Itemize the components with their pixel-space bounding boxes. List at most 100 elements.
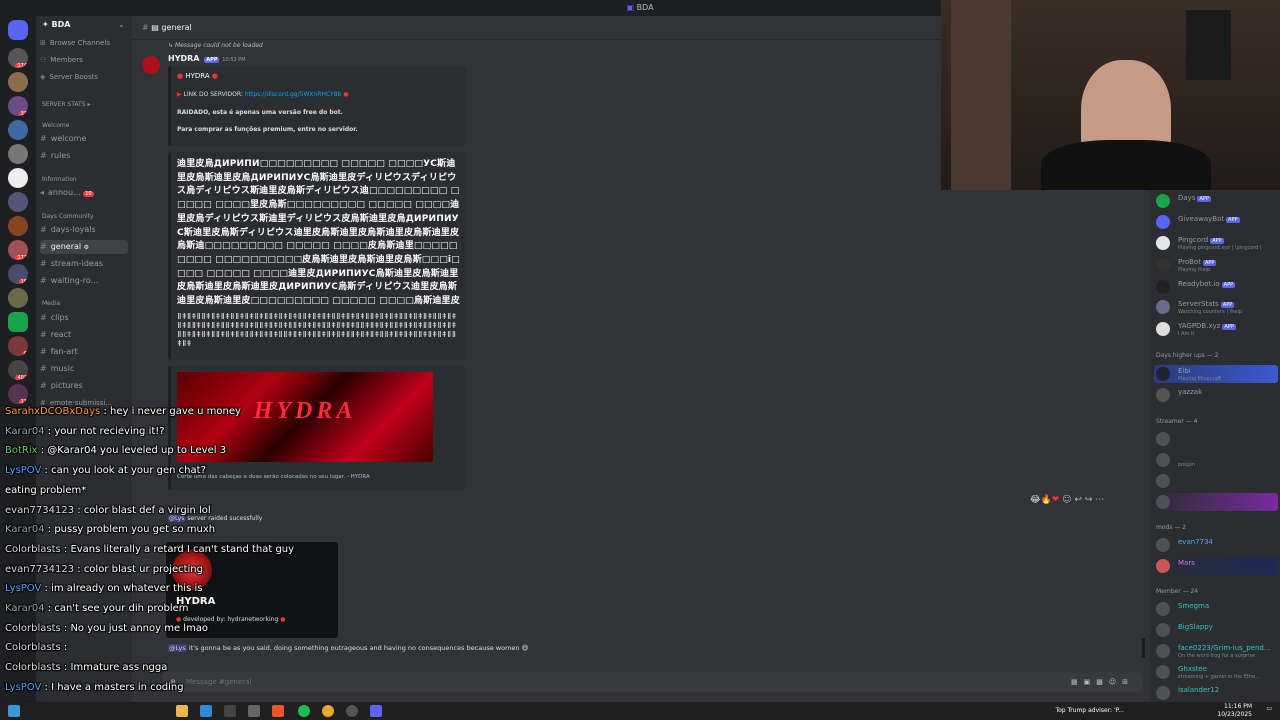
- app-icon[interactable]: [224, 705, 236, 717]
- emoji-icon[interactable]: ☺: [1109, 678, 1122, 686]
- discord-home-icon[interactable]: [8, 20, 28, 40]
- thread-icon: ▤: [151, 23, 162, 32]
- member-item[interactable]: Mars: [1154, 557, 1278, 575]
- settings-icon[interactable]: [248, 705, 260, 717]
- obs-icon[interactable]: [346, 705, 358, 717]
- server-icon[interactable]: [8, 312, 28, 332]
- file-explorer-icon[interactable]: [176, 705, 188, 717]
- channel-waiting-room[interactable]: # waiting-ro...: [40, 274, 128, 288]
- server-icon[interactable]: 33: [8, 96, 28, 116]
- member-item[interactable]: poopin: [1154, 451, 1278, 469]
- server-icon[interactable]: [8, 120, 28, 140]
- member-item[interactable]: Ghxstee streaming + gamin in the Ethe...: [1154, 663, 1278, 681]
- browse-channels-item[interactable]: ⊞ Browse Channels: [40, 36, 128, 50]
- member-item[interactable]: ProBot APP Playing /help: [1154, 256, 1278, 274]
- message-author[interactable]: HYDRA APP 10:53 PM: [168, 54, 246, 63]
- member-item[interactable]: [1154, 430, 1278, 448]
- avatar: [1156, 194, 1170, 208]
- member-item[interactable]: ServerStats APP Watching counters | /help: [1154, 298, 1278, 316]
- settings-icon[interactable]: ⚙: [84, 244, 89, 251]
- fire-icon[interactable]: 🔥: [1041, 495, 1052, 505]
- category-days-community[interactable]: Days Community: [42, 213, 94, 220]
- channel-music[interactable]: # music: [40, 362, 128, 376]
- add-reaction-icon[interactable]: ☺: [1062, 495, 1071, 505]
- server-icon[interactable]: [8, 288, 28, 308]
- channel-emote-submissions[interactable]: # emote-submissi...: [40, 396, 128, 410]
- spotify-icon[interactable]: [298, 705, 310, 717]
- channel-react[interactable]: # react: [40, 328, 128, 342]
- server-icon[interactable]: 6: [8, 336, 28, 356]
- channel-days-loyals[interactable]: # days-loyals: [40, 223, 128, 237]
- invite-link[interactable]: https://discord.gg/5WXnRHCY8b: [245, 91, 342, 98]
- member-item[interactable]: isalander12: [1154, 684, 1278, 702]
- apps-icon[interactable]: ⊞: [1122, 678, 1134, 686]
- member-item[interactable]: [1154, 493, 1278, 511]
- member-item[interactable]: Days APP: [1154, 192, 1278, 210]
- category-welcome[interactable]: Welcome: [42, 122, 69, 129]
- sticker-icon[interactable]: ▩: [1096, 678, 1109, 686]
- reply-reference[interactable]: ↳ Message could not be loaded: [168, 42, 263, 49]
- members-item[interactable]: ⚇ Members: [40, 53, 128, 67]
- channel-fan-art[interactable]: # fan-art: [40, 345, 128, 359]
- category-information[interactable]: Information: [42, 176, 77, 183]
- forward-icon[interactable]: ↪: [1085, 495, 1093, 505]
- gif-icon[interactable]: ▣: [1084, 678, 1097, 686]
- avatar[interactable]: [142, 56, 160, 74]
- server-icon[interactable]: 172: [8, 240, 28, 260]
- member-item[interactable]: face0223/Grim-ius_pend... On the word fro…: [1154, 642, 1278, 660]
- server-icon[interactable]: [8, 72, 28, 92]
- server-icon[interactable]: [8, 168, 28, 188]
- member-item[interactable]: Readybot.io APP: [1154, 278, 1278, 296]
- discord-icon[interactable]: [370, 705, 382, 717]
- more-icon[interactable]: ⋯: [1095, 495, 1104, 505]
- member-item[interactable]: YAGPDB.xyz APP I Am It: [1154, 320, 1278, 338]
- notification-icon[interactable]: ▭: [1266, 705, 1272, 712]
- emoji-icon[interactable]: 😂: [1030, 495, 1041, 505]
- clock-time[interactable]: 11:16 PM: [1224, 703, 1252, 710]
- add-attachment-icon[interactable]: ⊕: [170, 672, 176, 692]
- clock-date[interactable]: 10/23/2025: [1217, 711, 1252, 718]
- channel-welcome[interactable]: # welcome: [40, 132, 128, 146]
- category-media[interactable]: Media: [42, 300, 60, 307]
- reply-icon[interactable]: ↩: [1074, 495, 1082, 505]
- gift-icon[interactable]: ▦: [1071, 678, 1084, 686]
- member-item[interactable]: Pingcord APP Playing pingcord.xyz | !pingc…: [1154, 234, 1278, 252]
- member-item[interactable]: yazzak: [1154, 386, 1278, 404]
- channel-stream-ideas[interactable]: # stream-ideas: [40, 257, 128, 271]
- avatar: [1156, 559, 1170, 573]
- scrollbar[interactable]: [1142, 638, 1145, 658]
- chrome-icon[interactable]: [322, 705, 334, 717]
- server-icon[interactable]: 18: [8, 264, 28, 284]
- server-icon[interactable]: [8, 216, 28, 236]
- mention[interactable]: @Lys: [168, 515, 186, 522]
- server-icon[interactable]: 11: [8, 384, 28, 404]
- channel-pictures[interactable]: # pictures: [40, 379, 128, 393]
- server-icon[interactable]: [8, 144, 28, 164]
- windows-start-icon[interactable]: [8, 705, 20, 717]
- chevron-down-icon[interactable]: ⌄: [118, 20, 125, 29]
- mention[interactable]: @Lys: [168, 644, 187, 652]
- category-server-stats[interactable]: SERVER STATS ▸: [42, 101, 90, 108]
- member-item[interactable]: Elbi Playing Minecraft: [1154, 365, 1278, 383]
- channel-general[interactable]: # general ⚙: [40, 240, 128, 254]
- server-icon[interactable]: 403: [8, 360, 28, 380]
- server-icon[interactable]: [8, 192, 28, 212]
- app-icon[interactable]: [200, 705, 212, 717]
- channel-clips[interactable]: # clips: [40, 311, 128, 325]
- server-boosts-item[interactable]: ◈ Server Boosts: [40, 70, 128, 84]
- member-item[interactable]: GiveawayBot APP: [1154, 213, 1278, 231]
- member-item[interactable]: BigSlappy: [1154, 621, 1278, 639]
- channel-announcements[interactable]: ◂ annou... 10: [40, 186, 128, 200]
- embed-line-raidado: RAIDADO, esta é apenas uma versão free d…: [177, 109, 343, 116]
- member-item[interactable]: [1154, 472, 1278, 490]
- news-widget[interactable]: Top Trump adviser: 'P...: [1055, 707, 1124, 714]
- hydra-banner[interactable]: HYDRA: [177, 372, 433, 462]
- brave-icon[interactable]: [272, 705, 284, 717]
- server-name[interactable]: ✦ BDA: [42, 20, 70, 29]
- member-item[interactable]: evan7734: [1154, 536, 1278, 554]
- member-item[interactable]: Smegma: [1154, 600, 1278, 618]
- server-icon[interactable]: 174: [8, 48, 28, 68]
- heart-icon[interactable]: ❤: [1052, 495, 1060, 505]
- message-composer[interactable]: ⊕ Message #general ▦▣▩☺⊞: [162, 672, 1142, 692]
- channel-rules[interactable]: # rules: [40, 149, 128, 163]
